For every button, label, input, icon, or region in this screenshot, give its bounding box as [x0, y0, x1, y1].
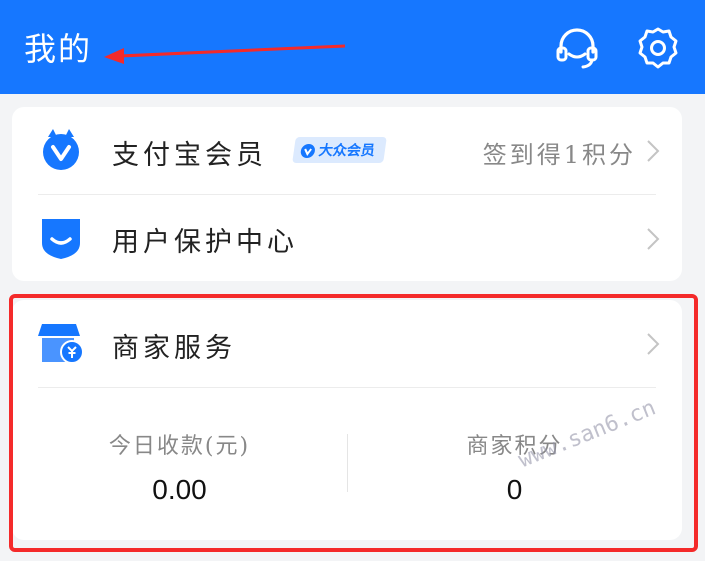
merchant-service-row[interactable]: 商家服务 [12, 300, 682, 387]
today-income-value: 0.00 [152, 474, 207, 505]
merchant-points-stat[interactable]: 商家积分 0 [347, 428, 682, 506]
user-protection-row[interactable]: 用户保护中心 [12, 195, 682, 281]
user-protection-label: 用户保护中心 [112, 227, 298, 258]
merchant-points-value: 0 [506, 474, 523, 505]
badge-member-icon [300, 144, 315, 158]
today-income-label: 今日收款(元) [108, 434, 251, 459]
merchant-service-label: 商家服务 [112, 333, 236, 364]
headset-icon[interactable] [553, 24, 601, 72]
account-card: 支付宝会员 大众会员 签到得1积分 用户保护中心 [12, 107, 682, 281]
checkin-points-text: 签到得1积分 [482, 141, 636, 169]
alipay-member-icon [43, 129, 79, 170]
chevron-right-icon [647, 140, 660, 162]
chevron-right-icon [647, 228, 660, 250]
alipay-member-row[interactable]: 支付宝会员 大众会员 签到得1积分 [12, 107, 682, 194]
gear-icon[interactable] [634, 24, 682, 72]
merchant-card: 商家服务 今日收款(元) 0.00 商家积分 0 [12, 300, 682, 540]
badge-text: 大众会员 [317, 143, 376, 159]
annotation-arrow-icon [104, 44, 346, 64]
merchant-store-icon [38, 324, 84, 364]
alipay-member-label: 支付宝会员 [112, 140, 267, 171]
shield-smile-icon [42, 219, 80, 259]
app-header: 我的 [0, 0, 705, 94]
membership-badge[interactable]: 大众会员 [292, 137, 387, 163]
row-divider [38, 387, 656, 388]
today-income-stat[interactable]: 今日收款(元) 0.00 [12, 428, 347, 506]
merchant-points-label: 商家积分 [466, 434, 563, 459]
page-title: 我的 [24, 30, 93, 68]
chevron-right-icon [647, 333, 660, 355]
